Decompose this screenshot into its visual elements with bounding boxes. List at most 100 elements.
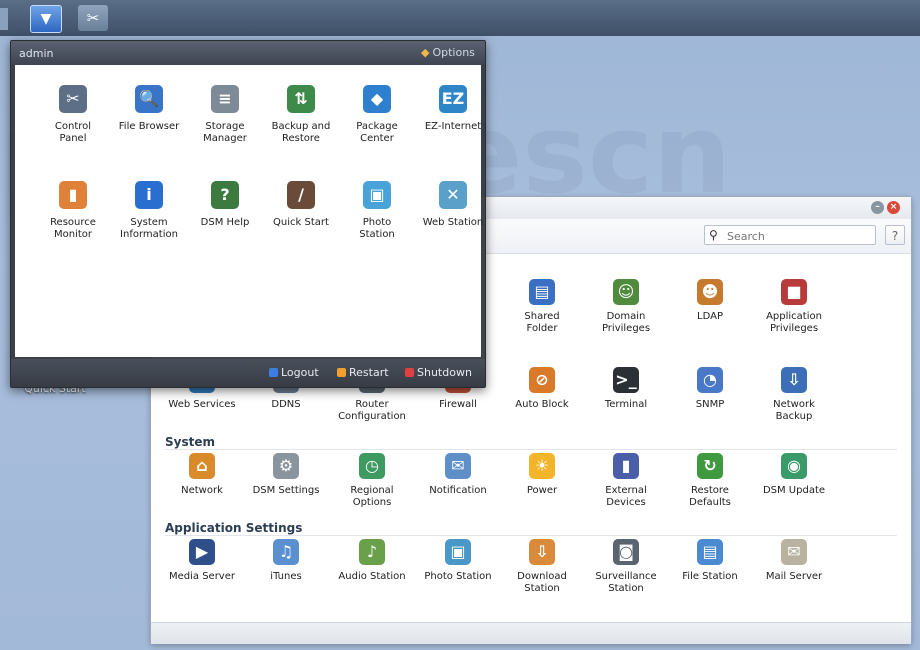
logout-icon xyxy=(269,368,278,377)
app-database[interactable]: ≡ Storage Manager xyxy=(187,85,263,145)
info-icon: i xyxy=(135,181,163,209)
options-button[interactable]: ◆ Options xyxy=(421,46,475,59)
section-divider xyxy=(165,535,897,536)
bar-chart-icon: ▮ xyxy=(59,181,87,209)
options-icon: ◆ xyxy=(421,46,430,59)
app-mail[interactable]: ✉ Mail Server xyxy=(751,539,837,583)
app-photo[interactable]: ▣ Photo Station xyxy=(339,181,415,241)
options-label: Options xyxy=(432,46,475,59)
package-icon: ◆ xyxy=(363,85,391,113)
app-label: Storage xyxy=(205,121,245,132)
app-label: Terminal xyxy=(604,399,648,410)
help-icon: ? xyxy=(211,181,239,209)
shutdown-button[interactable]: Shutdown xyxy=(405,366,472,379)
app-label: Package xyxy=(356,121,398,132)
app-gear[interactable]: ⚙ DSM Settings xyxy=(243,453,329,497)
shared-folder-icon: ▤ xyxy=(529,279,555,305)
ldap-users-icon: ☻ xyxy=(697,279,723,305)
auto-block-icon: ⊘ xyxy=(529,367,555,393)
app-globe[interactable]: ✕ Web Station xyxy=(415,181,491,229)
app-label: iTunes xyxy=(270,571,302,582)
app-media-server[interactable]: ▶ Media Server xyxy=(159,539,245,583)
app-itunes[interactable]: ♫ iTunes xyxy=(243,539,329,583)
app-folder-search[interactable]: 🔍 File Browser xyxy=(111,85,187,133)
app-notification[interactable]: ✉ Notification xyxy=(415,453,501,497)
app-label: Backup xyxy=(775,411,813,422)
app-tools[interactable]: ✂ Control Panel xyxy=(35,85,111,145)
chevron-down-icon: ▼ xyxy=(40,11,52,27)
app-auto-block[interactable]: ⊘ Auto Block xyxy=(499,367,585,411)
app-label: Monitor xyxy=(53,229,92,240)
app-label: Backup and xyxy=(271,121,331,132)
database-icon: ≡ xyxy=(211,85,239,113)
app-clock[interactable]: ◷ Regional Options xyxy=(329,453,415,509)
app-label: Station xyxy=(524,583,560,594)
app-label: Notification xyxy=(429,485,487,496)
taskbar-edge xyxy=(0,8,8,30)
app-label: Resource xyxy=(50,217,96,228)
camera-icon: ◙ xyxy=(613,539,639,565)
search-box[interactable]: ⚲ xyxy=(704,225,876,245)
app-backup[interactable]: ⇅ Backup and Restore xyxy=(263,85,339,145)
app-bar-chart[interactable]: ▮ Resource Monitor xyxy=(35,181,111,241)
app-update[interactable]: ◉ DSM Update xyxy=(751,453,837,497)
app-download-station[interactable]: ⇩ Download Station xyxy=(499,539,585,595)
app-package[interactable]: ◆ Package Center xyxy=(339,85,415,145)
app-label: Router xyxy=(355,399,389,410)
window-statusbar xyxy=(151,622,911,644)
username-label: admin xyxy=(19,47,54,60)
app-label: Web Services xyxy=(168,399,236,410)
app-info[interactable]: i System Information xyxy=(111,181,187,241)
taskbar: ▼ ✂ xyxy=(0,0,920,36)
logout-button[interactable]: Logout xyxy=(269,366,319,379)
control-panel-taskbar-button[interactable]: ✂ xyxy=(78,5,108,31)
app-label: Network xyxy=(773,399,815,410)
app-label: Devices xyxy=(606,497,646,508)
search-input[interactable] xyxy=(725,227,874,245)
app-label: Folder xyxy=(526,323,558,334)
app-label: Domain xyxy=(606,311,646,322)
shutdown-label: Shutdown xyxy=(417,366,472,379)
app-home[interactable]: ⌂ Network xyxy=(159,453,245,497)
app-audio-station[interactable]: ♪ Audio Station xyxy=(329,539,415,583)
app-shared-folder[interactable]: ▤ Shared Folder xyxy=(499,279,585,335)
ez-internet-icon: EZ xyxy=(439,85,467,113)
clock-icon: ◷ xyxy=(359,453,385,479)
app-label: DSM Help xyxy=(200,217,250,228)
minimize-button[interactable]: – xyxy=(871,201,884,214)
app-network-backup[interactable]: ⇩ Network Backup xyxy=(751,367,837,423)
close-button[interactable]: × xyxy=(887,201,900,214)
lightbulb-icon: ☀ xyxy=(529,453,555,479)
app-camera[interactable]: ◙ Surveillance Station xyxy=(583,539,669,595)
main-menu-app-grid: ✂ Control Panel 🔍 File Browser ≡ Storage Manage… xyxy=(15,65,483,357)
app-label: Application xyxy=(766,311,822,322)
app-label: DDNS xyxy=(271,399,301,410)
app-label: Station xyxy=(608,583,644,594)
restart-label: Restart xyxy=(349,366,389,379)
mail-icon: ✉ xyxy=(781,539,807,565)
app-label: Privileges xyxy=(601,323,651,334)
app-lightbulb[interactable]: ☀ Power xyxy=(499,453,585,497)
app-label: Auto Block xyxy=(515,399,569,410)
app-label: Photo Station xyxy=(424,571,492,582)
app-label: Configuration xyxy=(338,411,406,422)
globe-icon: ✕ xyxy=(439,181,467,209)
app-label: Restore xyxy=(282,133,320,144)
media-server-icon: ▶ xyxy=(189,539,215,565)
app-domain-user[interactable]: ☺ Domain Privileges xyxy=(583,279,669,335)
app-file-station[interactable]: ▤ File Station xyxy=(667,539,753,583)
app-ldap-users[interactable]: ☻ LDAP xyxy=(667,279,753,323)
app-restore[interactable]: ↻ Restore Defaults xyxy=(667,453,753,509)
app-wand[interactable]: / Quick Start xyxy=(263,181,339,229)
main-menu-button[interactable]: ▼ xyxy=(30,5,62,33)
app-snmp[interactable]: ◔ SNMP xyxy=(667,367,753,411)
app-help[interactable]: ? DSM Help xyxy=(187,181,263,229)
app-app-privileges[interactable]: ■ Application Privileges xyxy=(751,279,837,335)
app-ez-internet[interactable]: EZ EZ-Internet xyxy=(415,85,491,133)
help-button[interactable]: ? xyxy=(885,225,905,245)
app-photo-station[interactable]: ▣ Photo Station xyxy=(415,539,501,583)
app-external-device[interactable]: ▮ External Devices xyxy=(583,453,669,509)
app-terminal[interactable]: >_ Terminal xyxy=(583,367,669,411)
restart-button[interactable]: Restart xyxy=(337,366,389,379)
update-icon: ◉ xyxy=(781,453,807,479)
